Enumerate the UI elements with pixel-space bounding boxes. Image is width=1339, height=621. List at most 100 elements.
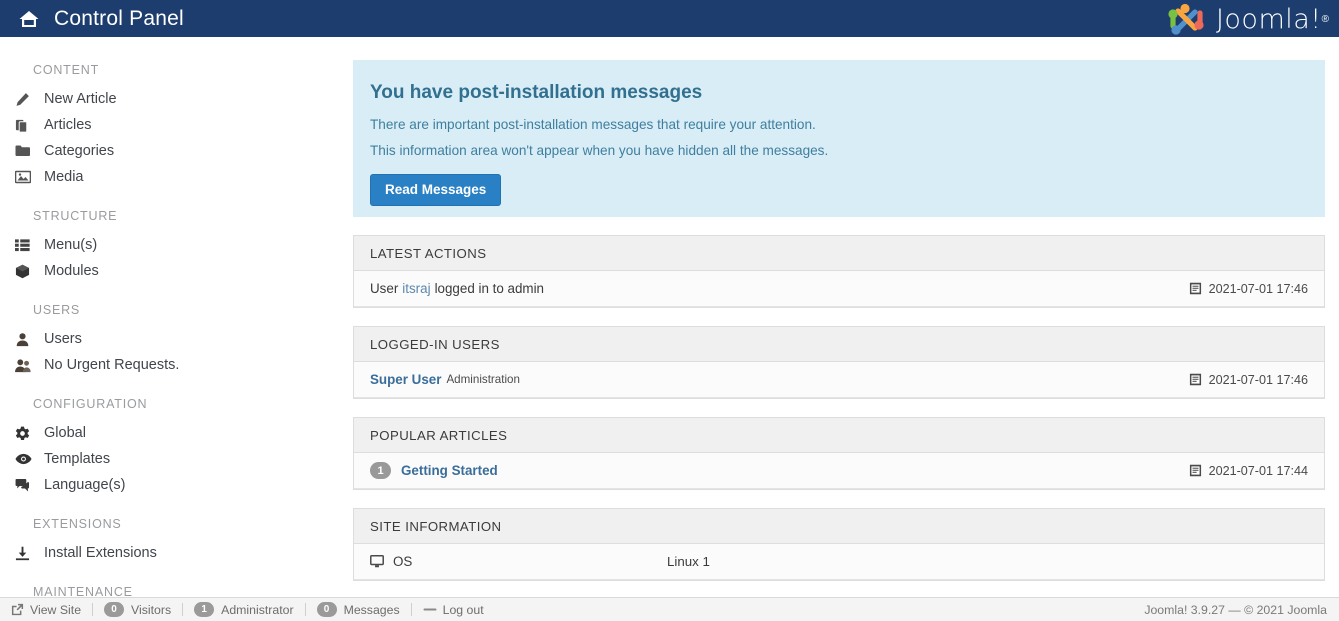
sidebar-item-modules[interactable]: Modules bbox=[0, 258, 353, 284]
sidebar-group-title: USERS bbox=[33, 303, 81, 317]
footer-item-messages[interactable]: 0 Messages bbox=[306, 598, 411, 621]
app-header: Control Panel Joomla! ® bbox=[0, 0, 1339, 37]
info-label: OS bbox=[370, 554, 667, 569]
row-timestamp: 2021-07-01 17:46 bbox=[1189, 373, 1308, 387]
panel-site-information: SITE INFORMATION OS Linux 1 bbox=[353, 508, 1325, 581]
action-text-before: User bbox=[370, 281, 399, 296]
sidebar-item-language-s[interactable]: Language(s) bbox=[0, 472, 353, 498]
calendar-icon bbox=[1189, 282, 1202, 295]
footer-copyright: Joomla! 3.9.27 — © 2021 Joomla bbox=[1144, 602, 1327, 617]
panel-popular-articles: POPULAR ARTICLES 1 Getting Started 2021-07-… bbox=[353, 417, 1325, 490]
table-row: User itsraj logged in to admin 2021-07-01 1… bbox=[354, 271, 1324, 307]
footer-item-label: Log out bbox=[442, 602, 484, 617]
sidebar-item-new-article[interactable]: New Article bbox=[0, 86, 353, 112]
sidebar-item-label: Language(s) bbox=[44, 477, 126, 493]
joomla-logo: Joomla! ® bbox=[1164, 2, 1329, 36]
article-title-link[interactable]: Getting Started bbox=[401, 463, 498, 478]
info-label-text: OS bbox=[393, 554, 413, 569]
sidebar-item-label: New Article bbox=[44, 91, 117, 107]
main-content: You have post-installation messages Ther… bbox=[353, 37, 1339, 621]
sidebar-item-label: Templates bbox=[44, 451, 111, 467]
footer-item-label: Visitors bbox=[131, 602, 172, 617]
cube-icon bbox=[15, 264, 37, 279]
sidebar-item-templates[interactable]: Templates bbox=[0, 446, 353, 472]
sidebar-item-label: Articles bbox=[44, 117, 92, 133]
page-title: Control Panel bbox=[54, 6, 184, 30]
action-user-link[interactable]: itsraj bbox=[402, 281, 430, 296]
sidebar-group: STRUCTURE Menu(s) Modules bbox=[0, 209, 353, 284]
sidebar-item-label: Global bbox=[44, 425, 86, 441]
joomla-wordmark: Joomla! bbox=[1215, 3, 1322, 35]
calendar-icon bbox=[1189, 373, 1202, 386]
sidebar-item-label: Categories bbox=[44, 143, 115, 159]
logout-icon bbox=[423, 603, 437, 616]
sidebar-group-title: STRUCTURE bbox=[33, 209, 118, 223]
alert-title: You have post-installation messages bbox=[370, 82, 703, 103]
status-bar: View Site 0 Visitors 1 Administrator 0 Message… bbox=[0, 597, 1339, 621]
panel-heading: LATEST ACTIONS bbox=[354, 236, 1324, 271]
info-value: Linux 1 bbox=[667, 554, 710, 569]
home-icon[interactable] bbox=[18, 8, 40, 30]
sidebar-group: CONFIGURATION Global Templates Language(s) bbox=[0, 397, 353, 498]
download-icon bbox=[15, 546, 37, 561]
footer-item-label: Messages bbox=[343, 602, 400, 617]
panel-logged-in-users: LOGGED-IN USERS Super User Administration 2… bbox=[353, 326, 1325, 399]
row-timestamp: 2021-07-01 17:46 bbox=[1189, 282, 1308, 296]
user-icon bbox=[15, 332, 37, 347]
pencil-icon bbox=[15, 92, 37, 107]
sidebar-item-menu-s[interactable]: Menu(s) bbox=[0, 232, 353, 258]
logged-in-user-link[interactable]: Super User bbox=[370, 372, 441, 387]
footer-item-log-out[interactable]: Log out bbox=[412, 598, 495, 621]
sidebar-item-categories[interactable]: Categories bbox=[0, 138, 353, 164]
sidebar-item-global[interactable]: Global bbox=[0, 420, 353, 446]
table-row: 1 Getting Started 2021-07-01 17:44 bbox=[354, 453, 1324, 489]
copy-icon bbox=[15, 118, 37, 133]
sidebar-item-label: Modules bbox=[44, 263, 99, 279]
footer-item-view-site[interactable]: View Site bbox=[0, 598, 92, 621]
image-icon bbox=[15, 170, 37, 184]
external-link-icon bbox=[11, 603, 24, 616]
sidebar-item-install-extensions[interactable]: Install Extensions bbox=[0, 540, 353, 566]
table-row: Super User Administration 2021-07-01 17:46 bbox=[354, 362, 1324, 398]
gear-icon bbox=[15, 426, 37, 441]
sidebar-item-users[interactable]: Users bbox=[0, 326, 353, 352]
alert-line-2: This information area won't appear when … bbox=[370, 143, 829, 158]
sidebar-item-articles[interactable]: Articles bbox=[0, 112, 353, 138]
row-content: Super User Administration bbox=[370, 372, 1189, 387]
panel-heading: LOGGED-IN USERS bbox=[354, 327, 1324, 362]
eye-icon bbox=[15, 453, 37, 465]
dashboard-panels: LATEST ACTIONS User itsraj logged in to adm… bbox=[353, 235, 1339, 581]
sidebar-item-label: Media bbox=[44, 169, 84, 185]
read-messages-button[interactable]: Read Messages bbox=[370, 174, 502, 206]
user-role: Administration bbox=[446, 373, 520, 386]
row-content: 1 Getting Started bbox=[370, 462, 1189, 479]
sidebar-group-title: CONTENT bbox=[33, 63, 100, 77]
row-timestamp: 2021-07-01 17:44 bbox=[1189, 464, 1308, 478]
action-text-after: logged in to admin bbox=[434, 281, 544, 296]
sidebar-item-label: Menu(s) bbox=[44, 237, 98, 253]
list-icon bbox=[15, 238, 37, 252]
footer-item-visitors[interactable]: 0 Visitors bbox=[93, 598, 182, 621]
folder-icon bbox=[15, 144, 37, 158]
sidebar-group: EXTENSIONS Install Extensions bbox=[0, 517, 353, 566]
row-content: OS Linux 1 bbox=[370, 554, 1308, 569]
sidebar-item-label: No Urgent Requests. bbox=[44, 357, 180, 373]
sidebar-group-title: EXTENSIONS bbox=[33, 517, 122, 531]
sidebar-item-media[interactable]: Media bbox=[0, 164, 353, 190]
sidebar-item-label: Install Extensions bbox=[44, 545, 157, 561]
panel-latest-actions: LATEST ACTIONS User itsraj logged in to adm… bbox=[353, 235, 1325, 308]
monitor-icon bbox=[370, 555, 384, 568]
table-row: OS Linux 1 bbox=[354, 544, 1324, 580]
post-installation-alert: You have post-installation messages Ther… bbox=[353, 60, 1325, 217]
sidebar: CONTENT New Article Articles Categories Medi… bbox=[0, 37, 353, 621]
footer-item-label: Administrator bbox=[221, 602, 294, 617]
sidebar-item-no-urgent-requests[interactable]: No Urgent Requests. bbox=[0, 352, 353, 378]
users-icon bbox=[15, 358, 37, 373]
sidebar-group-title: CONFIGURATION bbox=[33, 397, 148, 411]
joomla-mark-icon bbox=[1168, 3, 1204, 35]
footer-item-label: View Site bbox=[30, 602, 82, 617]
row-content: User itsraj logged in to admin bbox=[370, 281, 1189, 296]
footer-badge: 0 bbox=[104, 602, 125, 617]
article-hit-badge: 1 bbox=[370, 462, 391, 479]
footer-item-administrator[interactable]: 1 Administrator bbox=[183, 598, 304, 621]
